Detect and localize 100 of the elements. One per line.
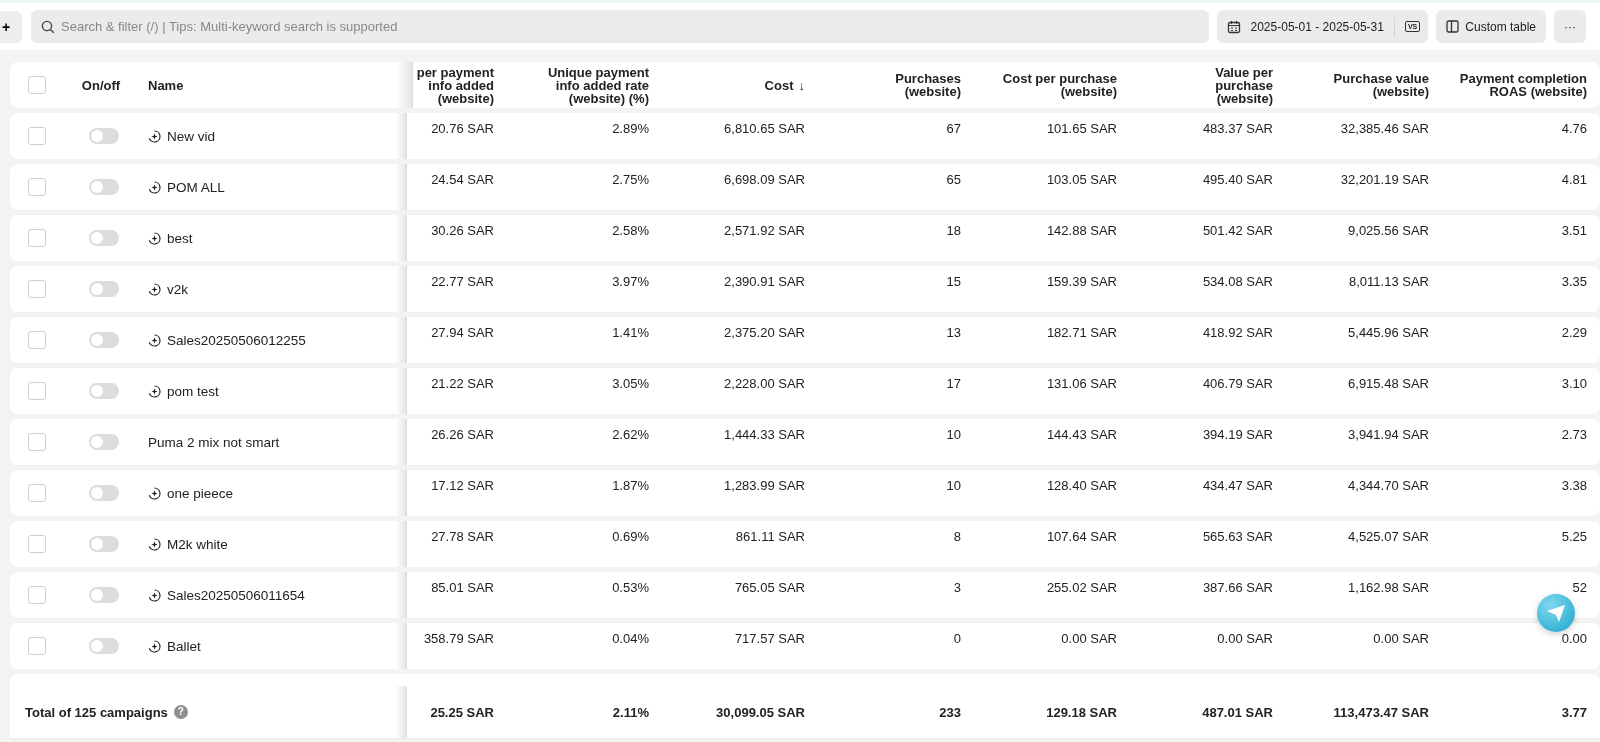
table-row[interactable]: one pieece 17.12 SAR 1.87% 1,283.99 SAR 10 128.40 SAR 434.47 SAR 4,344.70 SAR 3.38 (10, 470, 1600, 516)
custom-table-button[interactable]: Custom table (1436, 10, 1546, 43)
select-all-checkbox[interactable] (28, 76, 46, 94)
column-header[interactable]: per payment info added (website) (416, 65, 494, 105)
column-header[interactable]: Unique payment info added rate (website) (%) (537, 65, 649, 105)
frozen-column-shadow (396, 215, 407, 261)
table-row[interactable]: best 30.26 SAR 2.58% 2,571.92 SAR 18 142.88 SAR 501.42 SAR 9,025.56 SAR 3.51 (10, 215, 1600, 261)
row-checkbox[interactable] (28, 178, 46, 196)
frozen-column-shadow (396, 317, 407, 363)
row-checkbox[interactable] (28, 535, 46, 553)
table-cell: 2.89% (612, 121, 649, 136)
toggle-switch[interactable] (89, 179, 119, 195)
table-row[interactable]: Ballet 358.79 SAR 0.04% 717.57 SAR 0 0.00 SAR 0.00 SAR 0.00 SAR 0.00 (10, 623, 1600, 669)
column-header[interactable]: Value per purchase (website) (1181, 65, 1273, 105)
table-cell: 101.65 SAR (1046, 121, 1117, 136)
row-checkbox[interactable] (28, 280, 46, 298)
table-row[interactable]: Sales20250506012255 27.94 SAR 1.41% 2,375.20 SAR 13 182.71 SAR 418.92 SAR 5,445.96 SAR 2.29 (10, 317, 1600, 363)
table-cell: 8,011.13 SAR (1349, 274, 1429, 289)
table-cell: 21.22 SAR (431, 376, 494, 391)
search-field[interactable]: Search & filter (/) | Tips: Multi-keyword search is supported (31, 10, 1209, 43)
table-cell: 85.01 SAR (431, 580, 494, 595)
table-cell: 2,375.20 SAR (724, 325, 805, 340)
toggle-switch[interactable] (89, 587, 119, 603)
campaign-name[interactable]: M2k white (167, 536, 228, 552)
table-cell: 861.11 SAR (735, 529, 805, 544)
row-checkbox[interactable] (28, 331, 46, 349)
table-cell: 65 (946, 172, 961, 187)
row-checkbox[interactable] (28, 586, 46, 604)
table-cell: 18 (946, 223, 961, 238)
row-checkbox[interactable] (28, 382, 46, 400)
table-cell: 2,571.92 SAR (724, 223, 805, 238)
table-row[interactable]: POM ALL 24.54 SAR 2.75% 6,698.09 SAR 65 103.05 SAR 495.40 SAR 32,201.19 SAR 4.81 (10, 164, 1600, 210)
table-cell: 4,525.07 SAR (1348, 529, 1429, 544)
campaign-name[interactable]: New vid (167, 128, 215, 144)
campaign-name[interactable]: Ballet (167, 638, 201, 654)
table-cell: 3.05% (612, 376, 649, 391)
frozen-column-shadow (396, 164, 407, 210)
table-row[interactable]: M2k white 27.78 SAR 0.69% 861.11 SAR 8 107.64 SAR 565.63 SAR 4,525.07 SAR 5.25 (10, 521, 1600, 567)
table-row[interactable]: Sales20250506011654 85.01 SAR 0.53% 765.05 SAR 3 255.02 SAR 387.66 SAR 1,162.98 SAR 52 (10, 572, 1600, 618)
campaign-name[interactable]: Sales20250506012255 (167, 332, 306, 348)
table-cell: 3.97% (612, 274, 649, 289)
table-cell: 30.26 SAR (431, 223, 494, 238)
table-cell: 0.00 (1561, 631, 1587, 646)
campaign-name[interactable]: Puma 2 mix not smart (148, 434, 280, 450)
table-cell: 24.54 SAR (431, 172, 494, 187)
table-cell: 0.00 SAR (1373, 631, 1429, 646)
table-row[interactable]: v2k 22.77 SAR 3.97% 2,390.91 SAR 15 159.39 SAR 534.08 SAR 8,011.13 SAR 3.35 (10, 266, 1600, 312)
campaign-name[interactable]: one pieece (167, 485, 234, 501)
calendar-icon (1226, 19, 1241, 34)
campaign-name[interactable]: best (167, 230, 193, 246)
table-cell: 67 (946, 121, 961, 136)
table-cell: 32,385.46 SAR (1340, 121, 1429, 136)
table-cell: 4.81 (1561, 172, 1587, 187)
sort-arrow-icon[interactable]: ↓ (798, 78, 805, 92)
campaign-name[interactable]: Sales20250506011654 (167, 587, 305, 603)
row-checkbox[interactable] (28, 127, 46, 145)
table-cell: 0.69% (612, 529, 649, 544)
table-cell: 1,444.33 SAR (724, 427, 805, 442)
table-cell: 0.00 SAR (1217, 631, 1273, 646)
column-header[interactable]: Purchases (website) (891, 72, 961, 98)
toggle-switch[interactable] (89, 230, 119, 246)
row-checkbox[interactable] (28, 637, 46, 655)
row-checkbox[interactable] (28, 484, 46, 502)
toggle-switch[interactable] (89, 485, 119, 501)
total-value: 487.01 SAR (1202, 704, 1273, 720)
toggle-switch[interactable] (89, 536, 119, 552)
table-cell: 1.87% (612, 478, 649, 493)
toggle-switch[interactable] (89, 638, 119, 654)
column-header[interactable]: Purchase value (website) (1327, 72, 1429, 98)
row-checkbox[interactable] (28, 433, 46, 451)
more-button[interactable]: ··· (1554, 10, 1586, 43)
toggle-switch[interactable] (89, 128, 119, 144)
table-cell: 3.51 (1561, 223, 1587, 238)
table-cell: 765.05 SAR (734, 580, 805, 595)
add-button[interactable]: + (0, 10, 22, 43)
table-row[interactable]: pom test 21.22 SAR 3.05% 2,228.00 SAR 17 131.06 SAR 406.79 SAR 6,915.48 SAR 3.10 (10, 368, 1600, 414)
columns-icon (1446, 20, 1460, 33)
table-cell: 3.35 (1561, 274, 1587, 289)
campaign-name[interactable]: v2k (167, 281, 188, 297)
toggle-switch[interactable] (89, 281, 119, 297)
column-header[interactable]: Cost (764, 78, 794, 92)
campaign-name[interactable]: pom test (167, 383, 219, 399)
search-icon (41, 20, 55, 34)
campaign-name[interactable]: POM ALL (167, 179, 225, 195)
toggle-switch[interactable] (89, 332, 119, 348)
toggle-switch[interactable] (89, 383, 119, 399)
table-row[interactable]: New vid 20.76 SAR 2.89% 6,810.65 SAR 67 101.65 SAR 483.37 SAR 32,385.46 SAR 4.76 (10, 113, 1600, 159)
table-cell: 20.76 SAR (431, 121, 494, 136)
toggle-switch[interactable] (89, 434, 119, 450)
table-cell: 10 (946, 427, 961, 442)
table-cell: 501.42 SAR (1202, 223, 1273, 238)
table-cell: 13 (946, 325, 961, 340)
table-cell: 2,228.00 SAR (724, 376, 805, 391)
row-checkbox[interactable] (28, 229, 46, 247)
column-header[interactable]: Cost per purchase (website) (995, 72, 1117, 98)
column-header[interactable]: Payment completion ROAS (website) (1459, 72, 1587, 98)
table-cell: 107.64 SAR (1046, 529, 1117, 544)
table-row[interactable]: Puma 2 mix not smart 26.26 SAR 2.62% 1,444.33 SAR 10 144.43 SAR 394.19 SAR 3,941.94 SAR 2.73 (10, 419, 1600, 465)
table-cell: 17.12 SAR (431, 478, 494, 493)
table-cell: 144.43 SAR (1046, 427, 1117, 442)
